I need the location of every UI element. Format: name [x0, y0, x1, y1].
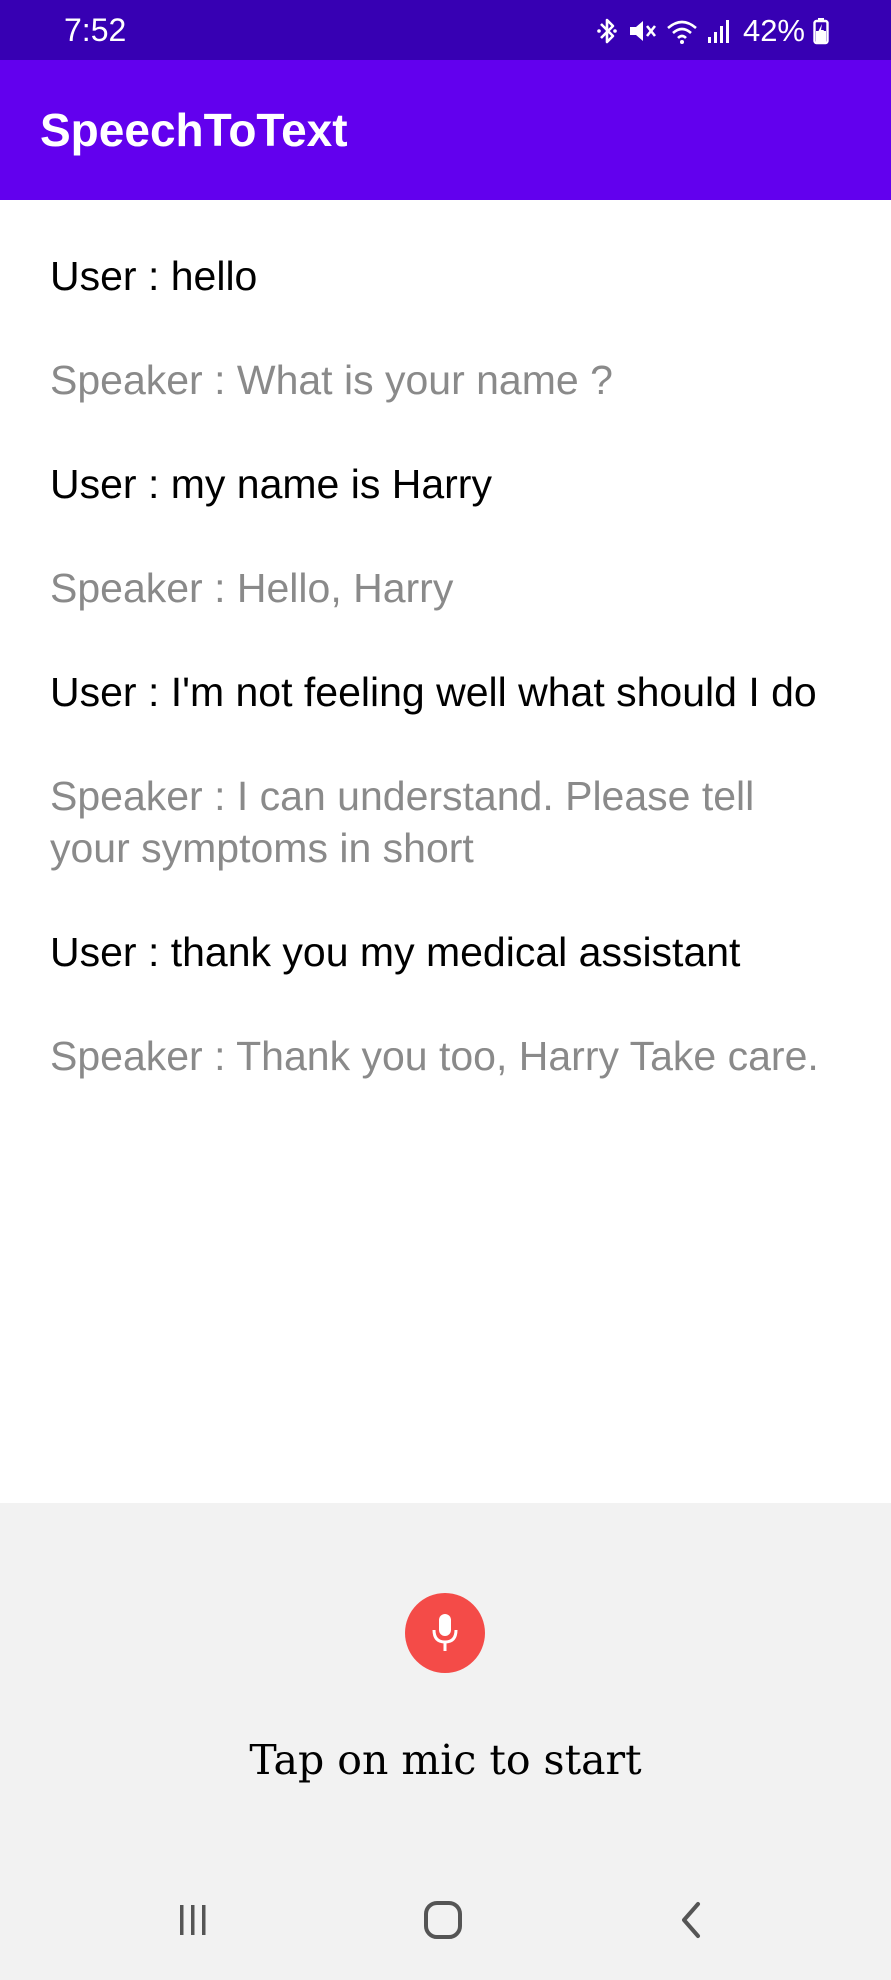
back-button[interactable]	[652, 1890, 732, 1950]
app-title: SpeechToText	[40, 104, 348, 156]
conversation-list: User : hello Speaker : What is your name…	[50, 250, 840, 1134]
status-bar: 7:52 42%	[0, 0, 891, 60]
home-icon	[424, 1901, 462, 1939]
mic-hint-label: Tap on mic to start	[249, 1736, 642, 1784]
status-icons: 42%	[595, 14, 829, 48]
recent-apps-button[interactable]	[153, 1890, 233, 1950]
user-message: User : my name is Harry	[50, 461, 492, 507]
mic-panel: Tap on mic to start	[0, 1503, 891, 1860]
bluetooth-icon	[597, 18, 617, 44]
battery-percentage: 42%	[742, 13, 805, 48]
user-message: User : I'm not feeling well what should …	[50, 669, 817, 715]
back-icon	[682, 1902, 700, 1938]
navigation-bar	[0, 1860, 891, 1980]
wifi-icon	[667, 20, 697, 44]
user-message: User : hello	[50, 253, 258, 299]
recent-apps-icon	[180, 1905, 206, 1935]
speaker-message: Speaker : Thank you too, Harry Take care…	[50, 1033, 819, 1079]
speaker-message: Speaker : Hello, Harry	[50, 565, 454, 611]
speaker-message: Speaker : What is your name ?	[50, 357, 613, 403]
status-time: 7:52	[64, 12, 127, 48]
mute-icon	[629, 21, 656, 41]
app-bar: SpeechToText	[0, 60, 891, 200]
battery-charging-icon	[813, 18, 829, 45]
signal-icon	[707, 20, 729, 43]
user-message: User : thank you my medical assistant	[50, 929, 741, 975]
microphone-icon	[432, 1614, 458, 1651]
speaker-message: Speaker : I can understand. Please tell …	[50, 773, 755, 871]
mic-button[interactable]	[405, 1593, 485, 1673]
home-button[interactable]	[403, 1890, 483, 1950]
